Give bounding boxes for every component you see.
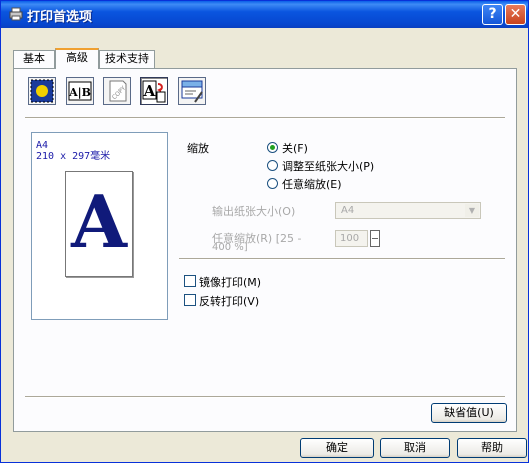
other-options-icon (181, 80, 203, 103)
free-scale-range-label-2: 400 %] (212, 242, 248, 253)
preview-size-text: A4 210 x 297毫米 (36, 140, 110, 162)
output-paper-size-label: 输出纸张大小(O) (212, 205, 296, 218)
preview-size-line2: 210 x 297毫米 (36, 151, 111, 162)
tab-basic[interactable]: 基本 (13, 50, 55, 68)
scaling-label: 缩放 (187, 142, 209, 155)
output-paper-size-select[interactable]: A4 ▼ (335, 202, 481, 219)
printer-icon (9, 7, 23, 21)
scaling-off-label[interactable]: 关(F) (282, 140, 308, 156)
free-scale-label[interactable]: 任意缩放(E) (282, 176, 342, 192)
copy-button[interactable]: COPY (103, 77, 131, 105)
preview-letter: A (71, 179, 127, 264)
tab-support[interactable]: 技术支持 (99, 50, 155, 68)
preview-size-line1: A4 (36, 140, 49, 151)
separator-bottom (25, 396, 505, 398)
output-paper-size-value: A4 (341, 205, 355, 216)
other-options-button[interactable] (178, 77, 206, 105)
tab-advanced[interactable]: 高级 (55, 48, 99, 69)
copy-icon: COPY (109, 80, 127, 102)
print-quality-button[interactable] (28, 77, 56, 105)
chevron-down-icon[interactable]: ▼ (465, 204, 479, 217)
duplex-icon: A|B (68, 81, 92, 101)
print-preferences-window: 打印首选项 ? ✕ 基本 高级 技术支持 A|B COPY A A4 210 x… (0, 0, 529, 463)
reverse-print-label[interactable]: 反转打印(V) (199, 293, 259, 309)
duplex-text: A|B (68, 86, 91, 99)
reverse-print-checkbox[interactable] (184, 294, 196, 306)
default-button[interactable]: 缺省值(U) (431, 403, 507, 423)
ok-button[interactable]: 确定 (300, 438, 374, 458)
mirror-print-checkbox[interactable] (184, 275, 196, 287)
paper-preview: A4 210 x 297毫米 A (31, 132, 168, 320)
free-scale-value: 100 (340, 233, 360, 244)
scaling-button[interactable]: A (140, 77, 168, 105)
close-title-button[interactable]: ✕ (505, 4, 526, 25)
preview-paper: A (65, 171, 133, 277)
duplex-button[interactable]: A|B (66, 77, 94, 105)
fit-to-paper-label[interactable]: 调整至纸张大小(P) (282, 158, 374, 174)
fit-to-paper-radio[interactable] (267, 160, 278, 171)
scaling-icon: A (142, 80, 166, 103)
free-scale-input[interactable]: 100 (335, 230, 368, 247)
help-title-button[interactable]: ? (482, 4, 503, 25)
title-bar[interactable]: 打印首选项 ? ✕ (1, 1, 528, 28)
mirror-print-label[interactable]: 镜像打印(M) (199, 274, 261, 290)
cancel-button[interactable]: 取消 (380, 438, 450, 458)
help-button[interactable]: 帮助 (457, 438, 527, 458)
separator-middle (179, 258, 505, 260)
window-title: 打印首选项 (27, 10, 93, 25)
scaling-text: A (143, 82, 156, 100)
free-scale-spinner[interactable] (370, 230, 380, 247)
separator-top (25, 117, 505, 119)
print-quality-icon (30, 79, 54, 103)
scaling-off-radio[interactable] (267, 142, 278, 153)
free-scale-radio[interactable] (267, 178, 278, 189)
